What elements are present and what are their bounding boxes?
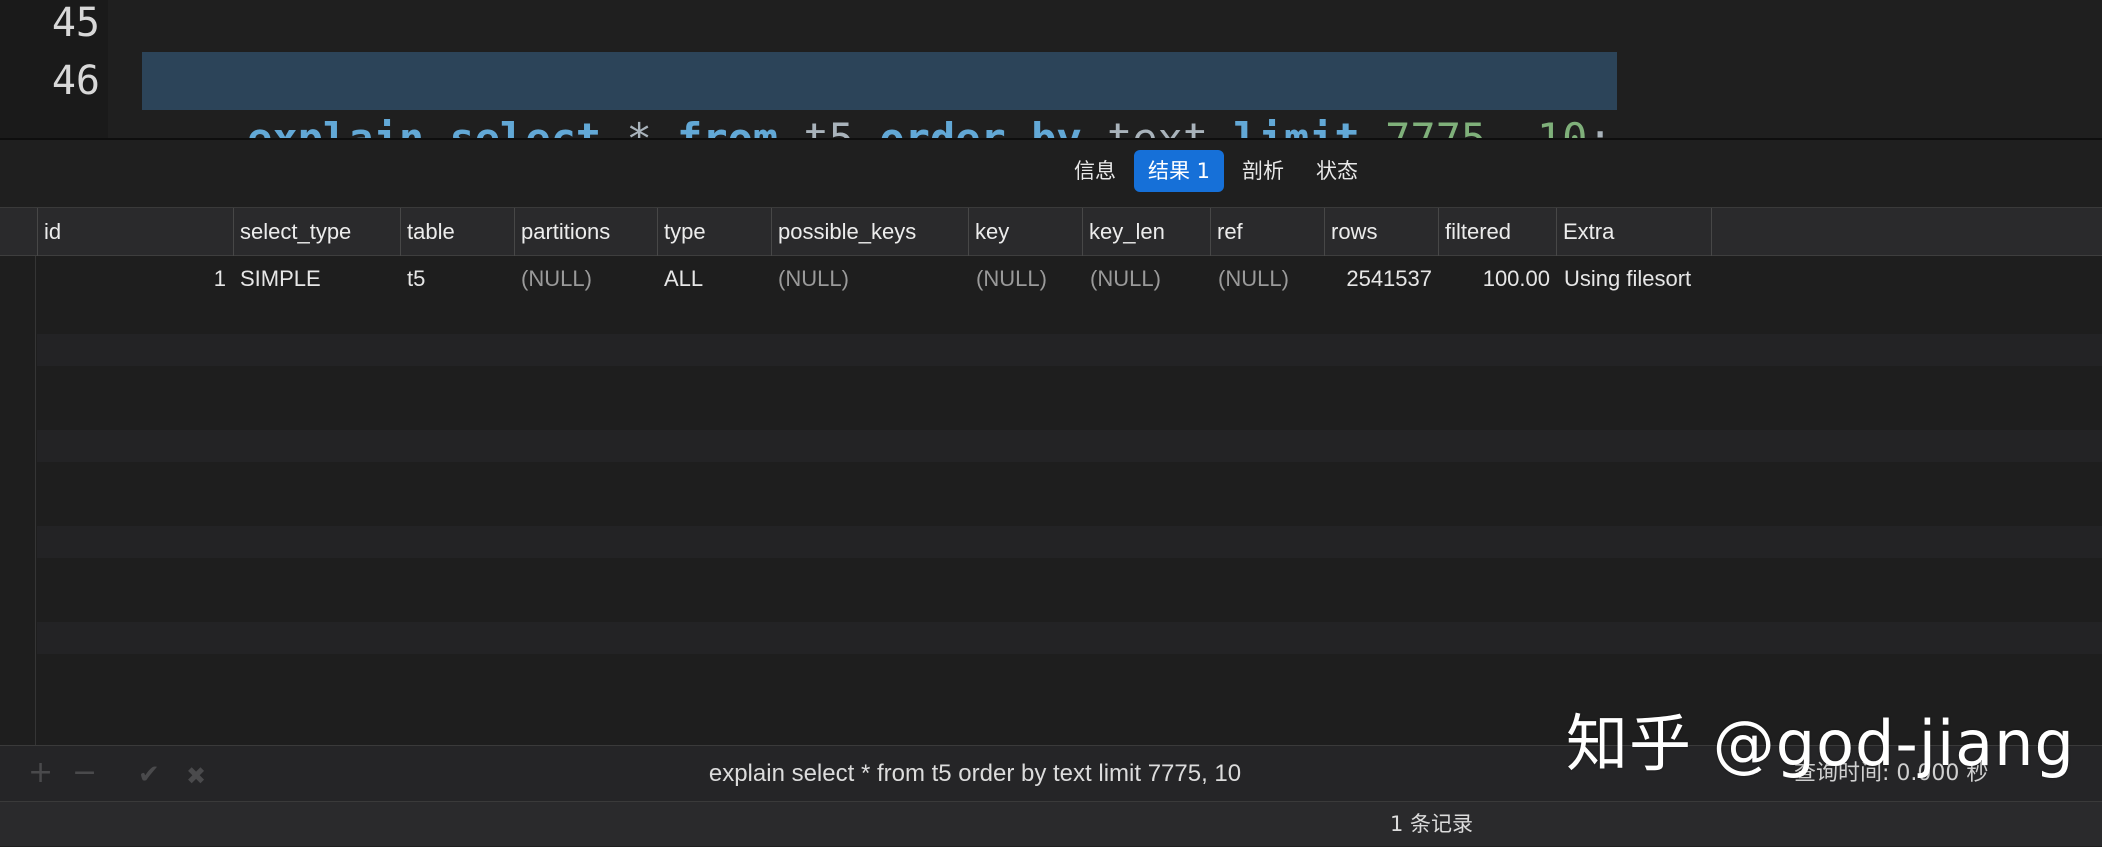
status-bar: 1 条记录 [0,801,2102,846]
column-header-id[interactable]: id [37,208,233,256]
result-grid[interactable]: id select_type table partitions type pos… [0,208,2102,745]
grid-header: id select_type table partitions type pos… [0,208,2102,256]
column-header-extra[interactable]: Extra [1556,208,1712,256]
cell-ref[interactable]: (NULL) [1218,256,1289,302]
cell-table[interactable]: t5 [407,256,425,302]
cell-rows[interactable]: 2541537 [1326,256,1432,302]
cell-key[interactable]: (NULL) [976,256,1047,302]
cell-select-type[interactable]: SIMPLE [240,256,321,302]
row-number-gutter [0,256,36,745]
record-count: 1 条记录 [1390,812,1474,836]
column-header-rows[interactable]: rows [1324,208,1438,256]
empty-row-stripe [37,334,2102,366]
cell-filtered[interactable]: 100.00 [1440,256,1550,302]
cell-key-len[interactable]: (NULL) [1090,256,1161,302]
column-header-key[interactable]: key [968,208,1082,256]
column-header-ref[interactable]: ref [1210,208,1324,256]
tab-profile[interactable]: 剖析 [1228,150,1298,192]
empty-row-stripe [37,622,2102,654]
watermark: 知乎 @god-jiang [1566,707,2075,780]
column-header-table[interactable]: table [400,208,514,256]
empty-row-stripe [37,430,2102,462]
tab-result-1[interactable]: 结果 1 [1134,150,1225,192]
cell-possible-keys[interactable]: (NULL) [778,256,849,302]
column-header-key-len[interactable]: key_len [1082,208,1210,256]
cell-type[interactable]: ALL [664,256,703,302]
tab-status[interactable]: 状态 [1302,150,1372,192]
cell-id[interactable]: 1 [40,256,226,302]
column-header-partitions[interactable]: partitions [514,208,657,256]
line-number-gutter: 45 46 [0,0,108,140]
empty-row-stripe [37,526,2102,558]
cell-partitions[interactable]: (NULL) [521,256,592,302]
column-header-filtered[interactable]: filtered [1438,208,1556,256]
line-number: 46 [51,58,100,104]
tab-info[interactable]: 信息 [1060,150,1130,192]
cell-extra[interactable]: Using filesort [1564,256,1691,302]
column-header-type[interactable]: type [657,208,771,256]
sql-editor[interactable]: 45 46 explain select * from t5 order by … [0,0,2102,163]
column-header-possible-keys[interactable]: possible_keys [771,208,968,256]
column-header-select-type[interactable]: select_type [233,208,400,256]
selected-code-line[interactable]: explain select * from t5 order by text l… [142,52,1617,163]
result-tab-bar: 信息 结果 1 剖析 状态 [0,140,2102,208]
line-number: 45 [51,0,100,46]
